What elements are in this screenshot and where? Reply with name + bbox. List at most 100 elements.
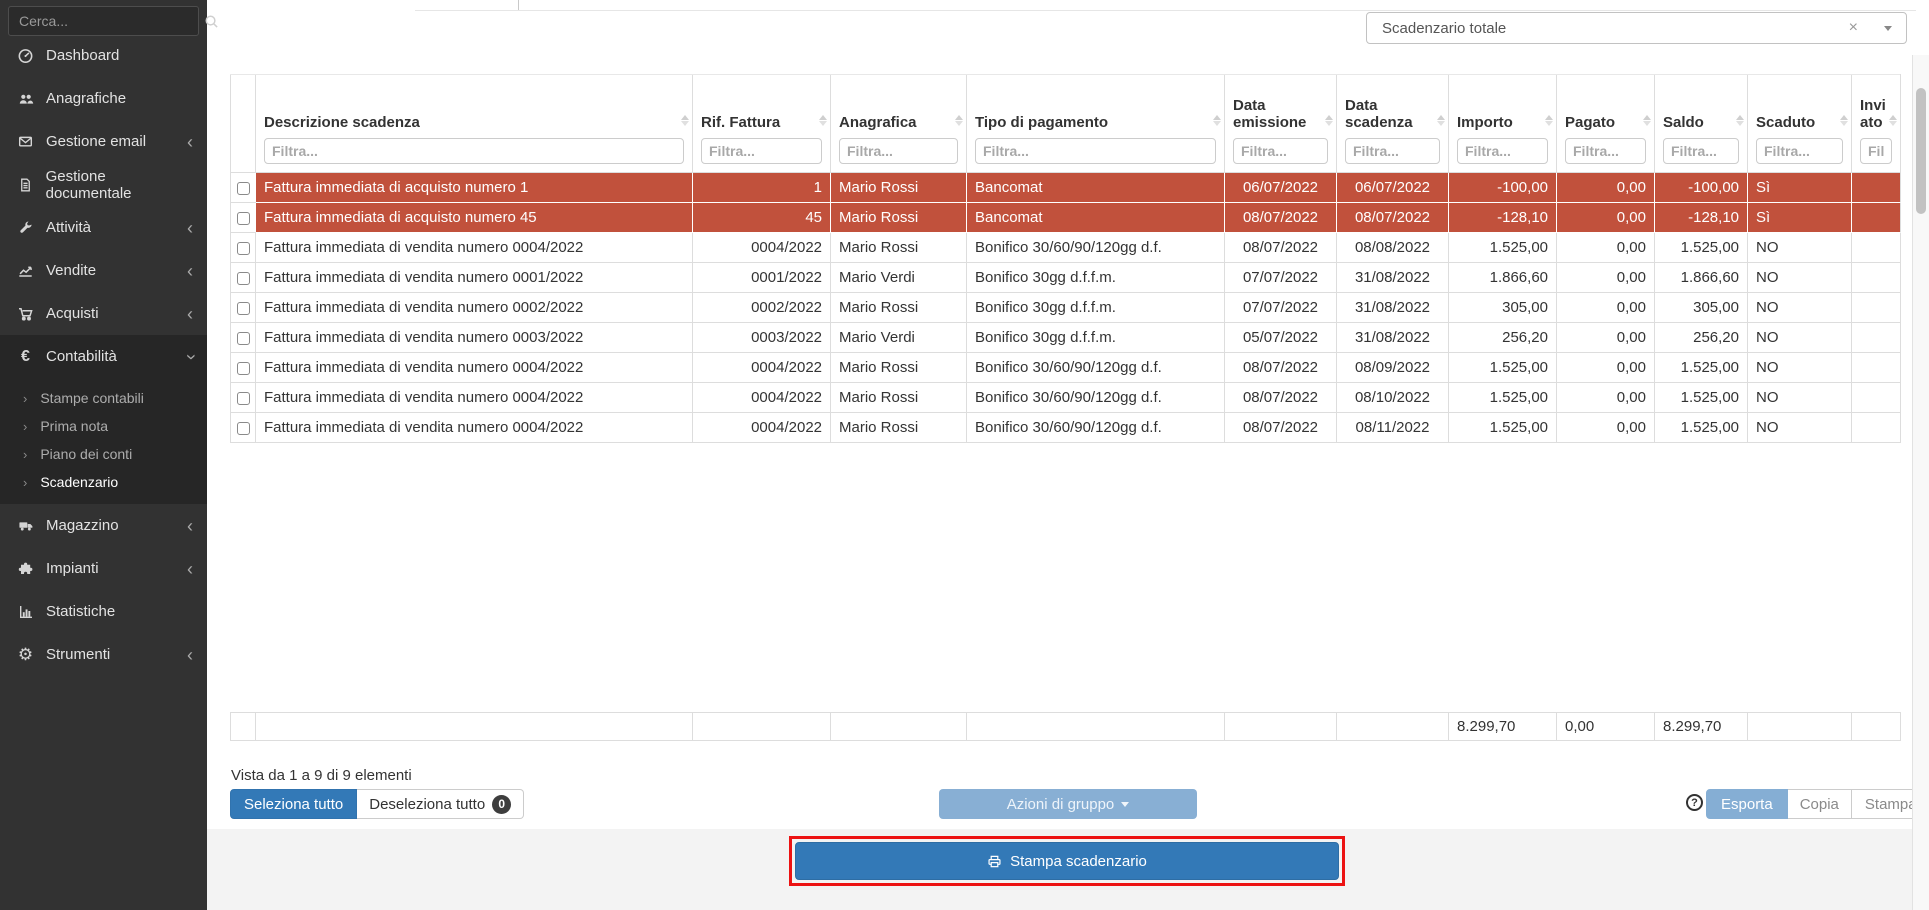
table-row[interactable]: Fattura immediata di acquisto numero 1 1… bbox=[231, 173, 1901, 203]
sidebar-item-gestione-documentale[interactable]: Gestione documentale bbox=[0, 163, 207, 206]
sidebar-item-gestione-email[interactable]: Gestione email ‹ bbox=[0, 120, 207, 163]
row-select-cell[interactable] bbox=[231, 203, 256, 233]
table-row[interactable]: Fattura immediata di vendita numero 0004… bbox=[231, 353, 1901, 383]
selection-count-badge: 0 bbox=[492, 795, 511, 814]
row-checkbox[interactable] bbox=[237, 212, 250, 225]
header-inviato[interactable]: Inviato bbox=[1852, 75, 1901, 173]
print-schedule-button[interactable]: Stampa scadenzario bbox=[795, 842, 1339, 880]
sidebar-item-label: Contabilità bbox=[46, 348, 117, 365]
cell-saldo: 1.866,60 bbox=[1655, 263, 1748, 293]
header-saldo[interactable]: Saldo bbox=[1655, 75, 1748, 173]
cell-rif-fattura: 45 bbox=[693, 203, 831, 233]
cell-data-scadenza: 31/08/2022 bbox=[1337, 263, 1449, 293]
help-icon[interactable]: ? bbox=[1686, 794, 1703, 811]
row-checkbox[interactable] bbox=[237, 182, 250, 195]
sidebar-item-contabilita[interactable]: € Contabilità ‹ bbox=[0, 335, 207, 378]
sidebar-item-acquisti[interactable]: Acquisti ‹ bbox=[0, 292, 207, 335]
row-checkbox[interactable] bbox=[237, 242, 250, 255]
cell-tipo-pagamento: Bonifico 30gg d.f.f.m. bbox=[967, 293, 1225, 323]
export-button[interactable]: Esporta bbox=[1706, 789, 1788, 819]
row-checkbox[interactable] bbox=[237, 362, 250, 375]
sidebar-item-dashboard[interactable]: Dashboard bbox=[0, 34, 207, 77]
chevron-down-icon[interactable] bbox=[1884, 26, 1892, 31]
cell-inviato bbox=[1852, 233, 1901, 263]
filter-input-rif-fattura[interactable] bbox=[701, 138, 822, 164]
filter-input-pagato[interactable] bbox=[1565, 138, 1646, 164]
sidebar-item-magazzino[interactable]: Magazzino ‹ bbox=[0, 504, 207, 547]
row-select-cell[interactable] bbox=[231, 383, 256, 413]
search-icon[interactable] bbox=[204, 14, 219, 29]
sort-icon bbox=[1437, 115, 1445, 126]
scrollbar[interactable] bbox=[1912, 55, 1929, 910]
header-data-emissione[interactable]: Data emissione bbox=[1225, 75, 1337, 173]
header-anagrafica[interactable]: Anagrafica bbox=[831, 75, 967, 173]
filter-input-data-scadenza[interactable] bbox=[1345, 138, 1440, 164]
filter-input-descrizione[interactable] bbox=[264, 138, 684, 164]
row-select-cell[interactable] bbox=[231, 263, 256, 293]
sidebar-item-strumenti[interactable]: ⚙ Strumenti ‹ bbox=[0, 633, 207, 676]
cell-anagrafica: Mario Rossi bbox=[831, 383, 967, 413]
sidebar-item-anagrafiche[interactable]: Anagrafiche bbox=[0, 77, 207, 120]
table-row[interactable]: Fattura immediata di vendita numero 0001… bbox=[231, 263, 1901, 293]
filter-input-scaduto[interactable] bbox=[1756, 138, 1843, 164]
cell-descrizione: Fattura immediata di acquisto numero 1 bbox=[256, 173, 693, 203]
header-pagato[interactable]: Pagato bbox=[1557, 75, 1655, 173]
filter-input-inviato[interactable] bbox=[1860, 138, 1892, 164]
select-all-button[interactable]: Seleziona tutto bbox=[230, 789, 357, 819]
table-row[interactable]: Fattura immediata di vendita numero 0004… bbox=[231, 413, 1901, 443]
cell-tipo-pagamento: Bancomat bbox=[967, 173, 1225, 203]
table-row[interactable]: Fattura immediata di vendita numero 0003… bbox=[231, 323, 1901, 353]
sidebar-item-vendite[interactable]: Vendite ‹ bbox=[0, 249, 207, 292]
row-select-cell[interactable] bbox=[231, 323, 256, 353]
deselect-all-button[interactable]: Deseleziona tutto 0 bbox=[357, 789, 524, 819]
filter-input-importo[interactable] bbox=[1457, 138, 1548, 164]
header-importo[interactable]: Importo bbox=[1449, 75, 1557, 173]
cell-importo: 1.525,00 bbox=[1449, 353, 1557, 383]
row-select-cell[interactable] bbox=[231, 413, 256, 443]
row-checkbox[interactable] bbox=[237, 272, 250, 285]
sidebar-item-stampe-contabili[interactable]: › Stampe contabili bbox=[0, 384, 207, 412]
row-checkbox[interactable] bbox=[237, 302, 250, 315]
header-data-scadenza[interactable]: Data scadenza bbox=[1337, 75, 1449, 173]
clear-icon[interactable]: × bbox=[1847, 20, 1860, 36]
table-row[interactable]: Fattura immediata di vendita numero 0004… bbox=[231, 233, 1901, 263]
table-row[interactable]: Fattura immediata di vendita numero 0004… bbox=[231, 383, 1901, 413]
row-checkbox[interactable] bbox=[237, 392, 250, 405]
sidebar-item-label: Gestione documentale bbox=[46, 168, 193, 202]
truck-icon bbox=[15, 518, 36, 533]
filter-input-anagrafica[interactable] bbox=[839, 138, 958, 164]
table-row[interactable]: Fattura immediata di acquisto numero 45 … bbox=[231, 203, 1901, 233]
row-select-cell[interactable] bbox=[231, 293, 256, 323]
sidebar-item-prima-nota[interactable]: › Prima nota bbox=[0, 412, 207, 440]
header-rif-fattura[interactable]: Rif. Fattura bbox=[693, 75, 831, 173]
scrollbar-thumb[interactable] bbox=[1916, 88, 1926, 214]
header-scaduto[interactable]: Scaduto bbox=[1748, 75, 1852, 173]
search-input[interactable] bbox=[9, 13, 204, 29]
cell-tipo-pagamento: Bancomat bbox=[967, 203, 1225, 233]
filter-input-tipo-pagamento[interactable] bbox=[975, 138, 1216, 164]
header-descrizione-scadenza[interactable]: Descrizione scadenza bbox=[256, 75, 693, 173]
row-checkbox[interactable] bbox=[237, 422, 250, 435]
header-tipo-di-pagamento[interactable]: Tipo di pagamento bbox=[967, 75, 1225, 173]
cell-data-scadenza: 08/10/2022 bbox=[1337, 383, 1449, 413]
cell-data-emissione: 08/07/2022 bbox=[1225, 233, 1337, 263]
filter-input-saldo[interactable] bbox=[1663, 138, 1739, 164]
cell-anagrafica: Mario Rossi bbox=[831, 353, 967, 383]
row-select-cell[interactable] bbox=[231, 173, 256, 203]
view-select[interactable]: Scadenzario totale × bbox=[1366, 12, 1907, 44]
sidebar-item-scadenzario[interactable]: › Scadenzario bbox=[0, 468, 207, 496]
sidebar-item-attivita[interactable]: Attività ‹ bbox=[0, 206, 207, 249]
row-select-cell[interactable] bbox=[231, 233, 256, 263]
chevron-right-icon: › bbox=[23, 475, 27, 490]
sidebar-item-statistiche[interactable]: Statistiche bbox=[0, 590, 207, 633]
sidebar-item-piano-dei-conti[interactable]: › Piano dei conti bbox=[0, 440, 207, 468]
filter-input-data-emissione[interactable] bbox=[1233, 138, 1328, 164]
table-row[interactable]: Fattura immediata di vendita numero 0002… bbox=[231, 293, 1901, 323]
sidebar-item-impianti[interactable]: Impianti ‹ bbox=[0, 547, 207, 590]
row-select-cell[interactable] bbox=[231, 353, 256, 383]
row-checkbox[interactable] bbox=[237, 332, 250, 345]
cell-inviato bbox=[1852, 413, 1901, 443]
group-actions-button[interactable]: Azioni di gruppo bbox=[939, 789, 1197, 819]
copy-button[interactable]: Copia bbox=[1788, 789, 1852, 819]
chevron-right-icon: › bbox=[23, 447, 27, 462]
